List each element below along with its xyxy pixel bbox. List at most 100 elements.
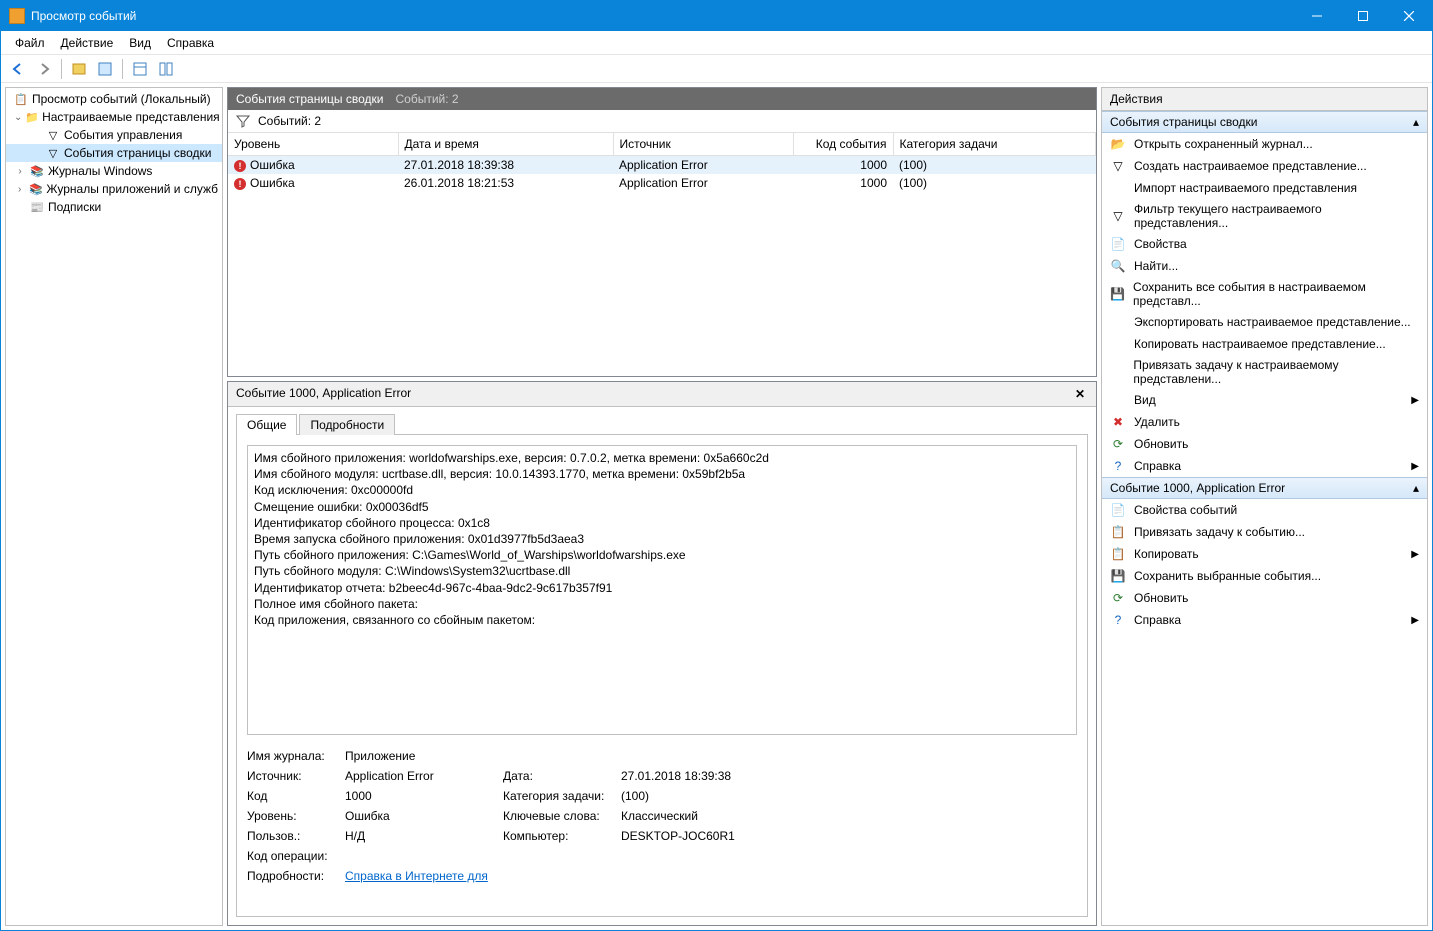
menu-help[interactable]: Справка (159, 34, 222, 52)
col-source[interactable]: Источник (613, 133, 793, 156)
folder-icon: 📁 (25, 109, 39, 125)
tab-general[interactable]: Общие (236, 414, 297, 435)
toolbar-btn-3[interactable] (129, 58, 151, 80)
action-save-selected[interactable]: 💾Сохранить выбранные события... (1102, 565, 1427, 587)
help-icon: ? (1110, 612, 1126, 628)
table-row[interactable]: !Ошибка 26.01.2018 18:21:53 Application … (228, 174, 1096, 192)
filter-icon: ▽ (1110, 208, 1126, 224)
menu-file[interactable]: Файл (7, 34, 53, 52)
action-delete[interactable]: ✖Удалить (1102, 411, 1427, 433)
action-help[interactable]: ?Справка▶ (1102, 455, 1427, 477)
action-view[interactable]: Вид▶ (1102, 389, 1427, 411)
menu-view[interactable]: Вид (121, 34, 159, 52)
chevron-right-icon: ▶ (1411, 461, 1419, 472)
expand-icon[interactable]: › (14, 184, 25, 195)
filter-icon: ▽ (1110, 158, 1126, 174)
filter-icon[interactable] (236, 114, 250, 128)
action-save-all[interactable]: 💾Сохранить все события в настраиваемом п… (1102, 277, 1427, 311)
action-find[interactable]: 🔍Найти... (1102, 255, 1427, 277)
copy-icon: 📋 (1110, 546, 1126, 562)
delete-icon: ✖ (1110, 414, 1126, 430)
filter-icon: ▽ (45, 127, 61, 143)
lbl-source: Источник: (247, 769, 337, 783)
tree-custom-views[interactable]: ⌄ 📁 Настраиваемые представления (6, 108, 222, 126)
refresh-icon: ⟳ (1110, 590, 1126, 606)
lbl-user: Пользов.: (247, 829, 337, 843)
logs-icon: 📚 (28, 181, 43, 197)
subscriptions-icon: 📰 (29, 199, 45, 215)
actions-panel: Действия События страницы сводки ▴ 📂Откр… (1101, 87, 1428, 926)
tree-root[interactable]: 📋 Просмотр событий (Локальный) (6, 90, 222, 108)
toolbar-separator (61, 59, 62, 79)
refresh-icon: ⟳ (1110, 436, 1126, 452)
error-icon: ! (234, 160, 246, 172)
lbl-cat: Категория задачи: (503, 789, 613, 803)
open-icon: 📂 (1110, 136, 1126, 152)
action-copy[interactable]: 📋Копировать▶ (1102, 543, 1427, 565)
task-icon: 📋 (1110, 524, 1126, 540)
close-icon[interactable]: ✕ (1072, 386, 1088, 402)
app-icon (9, 8, 25, 24)
action-import-view[interactable]: Импорт настраиваемого представления (1102, 177, 1427, 199)
actions-section1-header[interactable]: События страницы сводки ▴ (1102, 111, 1427, 133)
maximize-button[interactable] (1340, 1, 1386, 31)
col-level[interactable]: Уровень (228, 133, 398, 156)
filter-bar: Событий: 2 (228, 110, 1096, 133)
detail-body: Имя сбойного приложения: worldofwarships… (236, 434, 1088, 917)
col-id[interactable]: Код события (793, 133, 893, 156)
minimize-button[interactable] (1294, 1, 1340, 31)
tree-summary-events[interactable]: ▽ События страницы сводки (6, 144, 222, 162)
events-table[interactable]: Уровень Дата и время Источник Код событи… (228, 133, 1096, 376)
lbl-code: Код (247, 789, 337, 803)
back-button[interactable] (7, 58, 29, 80)
action-copy-view[interactable]: Копировать настраиваемое представление..… (1102, 333, 1427, 355)
action-attach-event-task[interactable]: 📋Привязать задачу к событию... (1102, 521, 1427, 543)
action-filter-view[interactable]: ▽Фильтр текущего настраиваемого представ… (1102, 199, 1427, 233)
actions-section1-list: 📂Открыть сохраненный журнал... ▽Создать … (1102, 133, 1427, 477)
action-event-properties[interactable]: 📄Свойства событий (1102, 499, 1427, 521)
toolbar-btn-2[interactable] (94, 58, 116, 80)
action-properties[interactable]: 📄Свойства (1102, 233, 1427, 255)
actions-section2-header[interactable]: Событие 1000, Application Error ▴ (1102, 477, 1427, 499)
lbl-opcode: Код операции: (247, 849, 337, 863)
forward-button[interactable] (33, 58, 55, 80)
menu-action[interactable]: Действие (53, 34, 122, 52)
action-export[interactable]: Экспортировать настраиваемое представлен… (1102, 311, 1427, 333)
collapse-icon[interactable]: ⌄ (14, 112, 22, 123)
tree-admin-events[interactable]: ▽ События управления (6, 126, 222, 144)
col-category[interactable]: Категория задачи (893, 133, 1096, 156)
expand-icon[interactable]: › (14, 166, 26, 177)
toolbar-separator (122, 59, 123, 79)
toolbar (1, 55, 1432, 83)
menubar: Файл Действие Вид Справка (1, 31, 1432, 55)
action-open-saved-log[interactable]: 📂Открыть сохраненный журнал... (1102, 133, 1427, 155)
tab-details[interactable]: Подробности (299, 414, 395, 435)
action-create-view[interactable]: ▽Создать настраиваемое представление... (1102, 155, 1427, 177)
detail-header: Событие 1000, Application Error ✕ (228, 382, 1096, 407)
detail-tabs: Общие Подробности (228, 407, 1096, 434)
center-panel: События страницы сводки Событий: 2 Событ… (227, 87, 1097, 926)
main-area: 📋 Просмотр событий (Локальный) ⌄ 📁 Настр… (1, 83, 1432, 930)
action-refresh2[interactable]: ⟳Обновить (1102, 587, 1427, 609)
lbl-keywords: Ключевые слова: (503, 809, 613, 823)
toolbar-btn-4[interactable] (155, 58, 177, 80)
logs-icon: 📚 (29, 163, 45, 179)
events-list: События страницы сводки Событий: 2 Событ… (227, 87, 1097, 377)
detail-title: Событие 1000, Application Error (236, 386, 411, 402)
collapse-icon: ▴ (1413, 115, 1419, 129)
detail-text[interactable]: Имя сбойного приложения: worldofwarships… (247, 445, 1077, 735)
help-link[interactable]: Справка в Интернете для (345, 869, 488, 883)
save-icon: 💾 (1110, 286, 1125, 302)
action-refresh[interactable]: ⟳Обновить (1102, 433, 1427, 455)
action-attach-task[interactable]: Привязать задачу к настраиваемому предст… (1102, 355, 1427, 389)
tree-subscriptions[interactable]: 📰 Подписки (6, 198, 222, 216)
action-help2[interactable]: ?Справка▶ (1102, 609, 1427, 631)
close-button[interactable] (1386, 1, 1432, 31)
toolbar-btn-1[interactable] (68, 58, 90, 80)
col-datetime[interactable]: Дата и время (398, 133, 613, 156)
tree-app-logs[interactable]: › 📚 Журналы приложений и служб (6, 180, 222, 198)
events-title: События страницы сводки (236, 92, 383, 106)
actions-title: Действия (1102, 88, 1427, 111)
table-row[interactable]: !Ошибка 27.01.2018 18:39:38 Application … (228, 156, 1096, 175)
tree-windows-logs[interactable]: › 📚 Журналы Windows (6, 162, 222, 180)
